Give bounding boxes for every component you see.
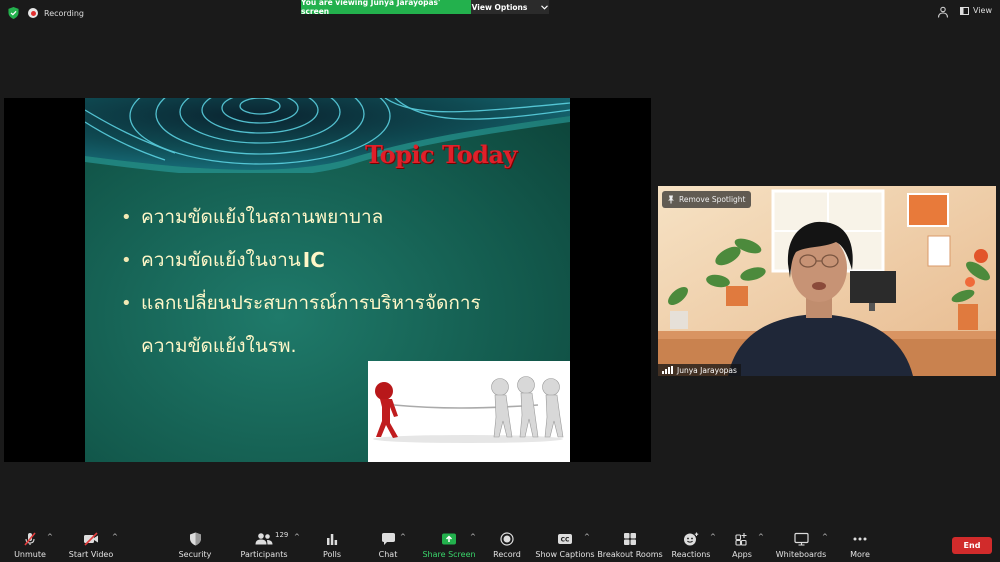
more-ellipsis-icon [853,537,867,541]
bullet-item: • ความขัดแย้งในงาน IC [121,248,561,291]
share-screen-icon [442,533,456,545]
polls-icon [327,534,338,545]
bullet-item: • ความขัดแย้งในสถานพยาบาล [121,205,561,248]
reactions-label: Reactions [671,550,711,559]
whiteboard-icon [793,532,809,546]
chat-button[interactable]: Chat [374,526,402,562]
bullet-text: ความขัดแย้งในสถานพยาบาล [141,206,384,228]
show-captions-button[interactable]: CC Show Captions [535,526,595,562]
grid-view-icon [960,6,969,15]
record-icon [500,532,514,546]
whiteboards-options-caret-icon[interactable]: ^ [822,533,828,541]
view-options-label: View Options [471,2,528,12]
apps-button[interactable]: Apps [728,526,756,562]
immersive-view-icon[interactable] [936,5,950,19]
participants-count: 129 [275,531,289,539]
closed-captions-icon: CC [558,534,572,544]
svg-text:CC: CC [561,537,570,544]
presentation-slide: Topic Today • ความขัดแย้งในสถานพยาบาล • … [85,98,570,462]
whiteboards-button[interactable]: Whiteboards [776,526,826,562]
view-label: View [973,6,992,15]
bullet-item: • แลกเปลี่ยนประสบการณ์การบริหารจัดการ [121,291,561,334]
chat-icon [381,533,395,545]
security-button[interactable]: Security [178,526,212,562]
banner-text: You are viewing Junya Jarayopas' screen [301,0,441,16]
bullet-dot-icon: • [121,250,132,271]
more-button[interactable]: More [846,526,874,562]
view-options-button[interactable]: View Options [471,0,549,14]
participant-name: Junya Jarayopas [677,365,737,375]
start-video-button[interactable]: Start Video [68,526,114,562]
top-bar: Recording You are viewing Junya Jarayopa… [0,0,1000,26]
polls-label: Polls [322,550,342,559]
reactions-smiley-icon [684,532,699,546]
signal-strength-icon [662,366,673,374]
breakout-rooms-icon [624,533,636,545]
meeting-toolbar: Unmute ^ Start Video ^ Security Particip… [0,526,1000,562]
shield-icon [189,532,201,546]
video-off-icon [84,532,98,546]
chevron-down-icon [541,4,549,10]
bullet-dot-icon: • [121,293,132,314]
tug-of-war-image [368,361,570,462]
captions-options-caret-icon[interactable]: ^ [584,533,590,541]
remove-spotlight-label: Remove Spotlight [679,195,746,204]
participants-options-caret-icon[interactable]: ^ [294,533,300,541]
breakout-rooms-label: Breakout Rooms [597,550,663,559]
chat-options-caret-icon[interactable]: ^ [400,533,406,541]
record-label: Record [493,550,521,559]
security-label: Security [178,550,212,559]
pin-icon [668,195,674,204]
show-captions-label: Show Captions [535,550,595,559]
shared-screen: Topic Today • ความขัดแย้งในสถานพยาบาล • … [4,98,651,462]
whiteboards-label: Whiteboards [775,550,827,559]
shield-check-icon[interactable] [8,7,19,19]
unmute-label: Unmute [14,550,46,559]
record-dot-icon [28,8,38,18]
bullet-dot-icon: • [121,207,132,228]
share-screen-label: Share Screen [422,550,476,559]
view-button[interactable]: View [960,6,992,15]
more-label: More [850,550,870,559]
polls-button[interactable]: Polls [318,526,346,562]
apps-icon [734,533,747,546]
share-options-caret-icon[interactable]: ^ [470,533,476,541]
slide-bullet-list: • ความขัดแย้งในสถานพยาบาล • ความขัดแย้งใ… [121,205,561,374]
bullet-text: ความขัดแย้งในงาน [141,249,301,271]
participant-video-tile[interactable]: Remove Spotlight Junya Jarayopas [658,186,996,376]
share-screen-button[interactable]: Share Screen [422,526,476,562]
chat-label: Chat [378,550,398,559]
recording-indicator[interactable]: Recording [28,7,84,19]
bullet-emphasis: IC [302,248,325,272]
slide-title: Topic Today [365,140,517,169]
breakout-rooms-button[interactable]: Breakout Rooms [597,526,663,562]
recording-label: Recording [44,8,85,18]
end-meeting-button[interactable]: End [952,537,992,554]
video-options-caret-icon[interactable]: ^ [112,533,118,541]
start-video-label: Start Video [68,550,114,559]
end-label: End [963,541,981,550]
apps-options-caret-icon[interactable]: ^ [758,533,764,541]
reactions-options-caret-icon[interactable]: ^ [710,533,716,541]
participant-name-tag: Junya Jarayopas [658,364,741,376]
participant-video-image [658,186,996,376]
viewing-screen-banner: You are viewing Junya Jarayopas' screen [301,0,471,16]
record-button[interactable]: Record [492,526,522,562]
remove-spotlight-button[interactable]: Remove Spotlight [662,191,751,208]
zoom-meeting-window: Recording You are viewing Junya Jarayopa… [0,0,1000,562]
unmute-button[interactable]: Unmute [12,526,48,562]
apps-label: Apps [732,550,752,559]
participants-label: Participants [240,550,288,559]
microphone-muted-icon [24,532,36,546]
participants-icon [255,533,273,545]
unmute-options-caret-icon[interactable]: ^ [47,533,53,541]
reactions-button[interactable]: Reactions [672,526,710,562]
bullet-text: แลกเปลี่ยนประสบการณ์การบริหารจัดการ [141,292,481,314]
